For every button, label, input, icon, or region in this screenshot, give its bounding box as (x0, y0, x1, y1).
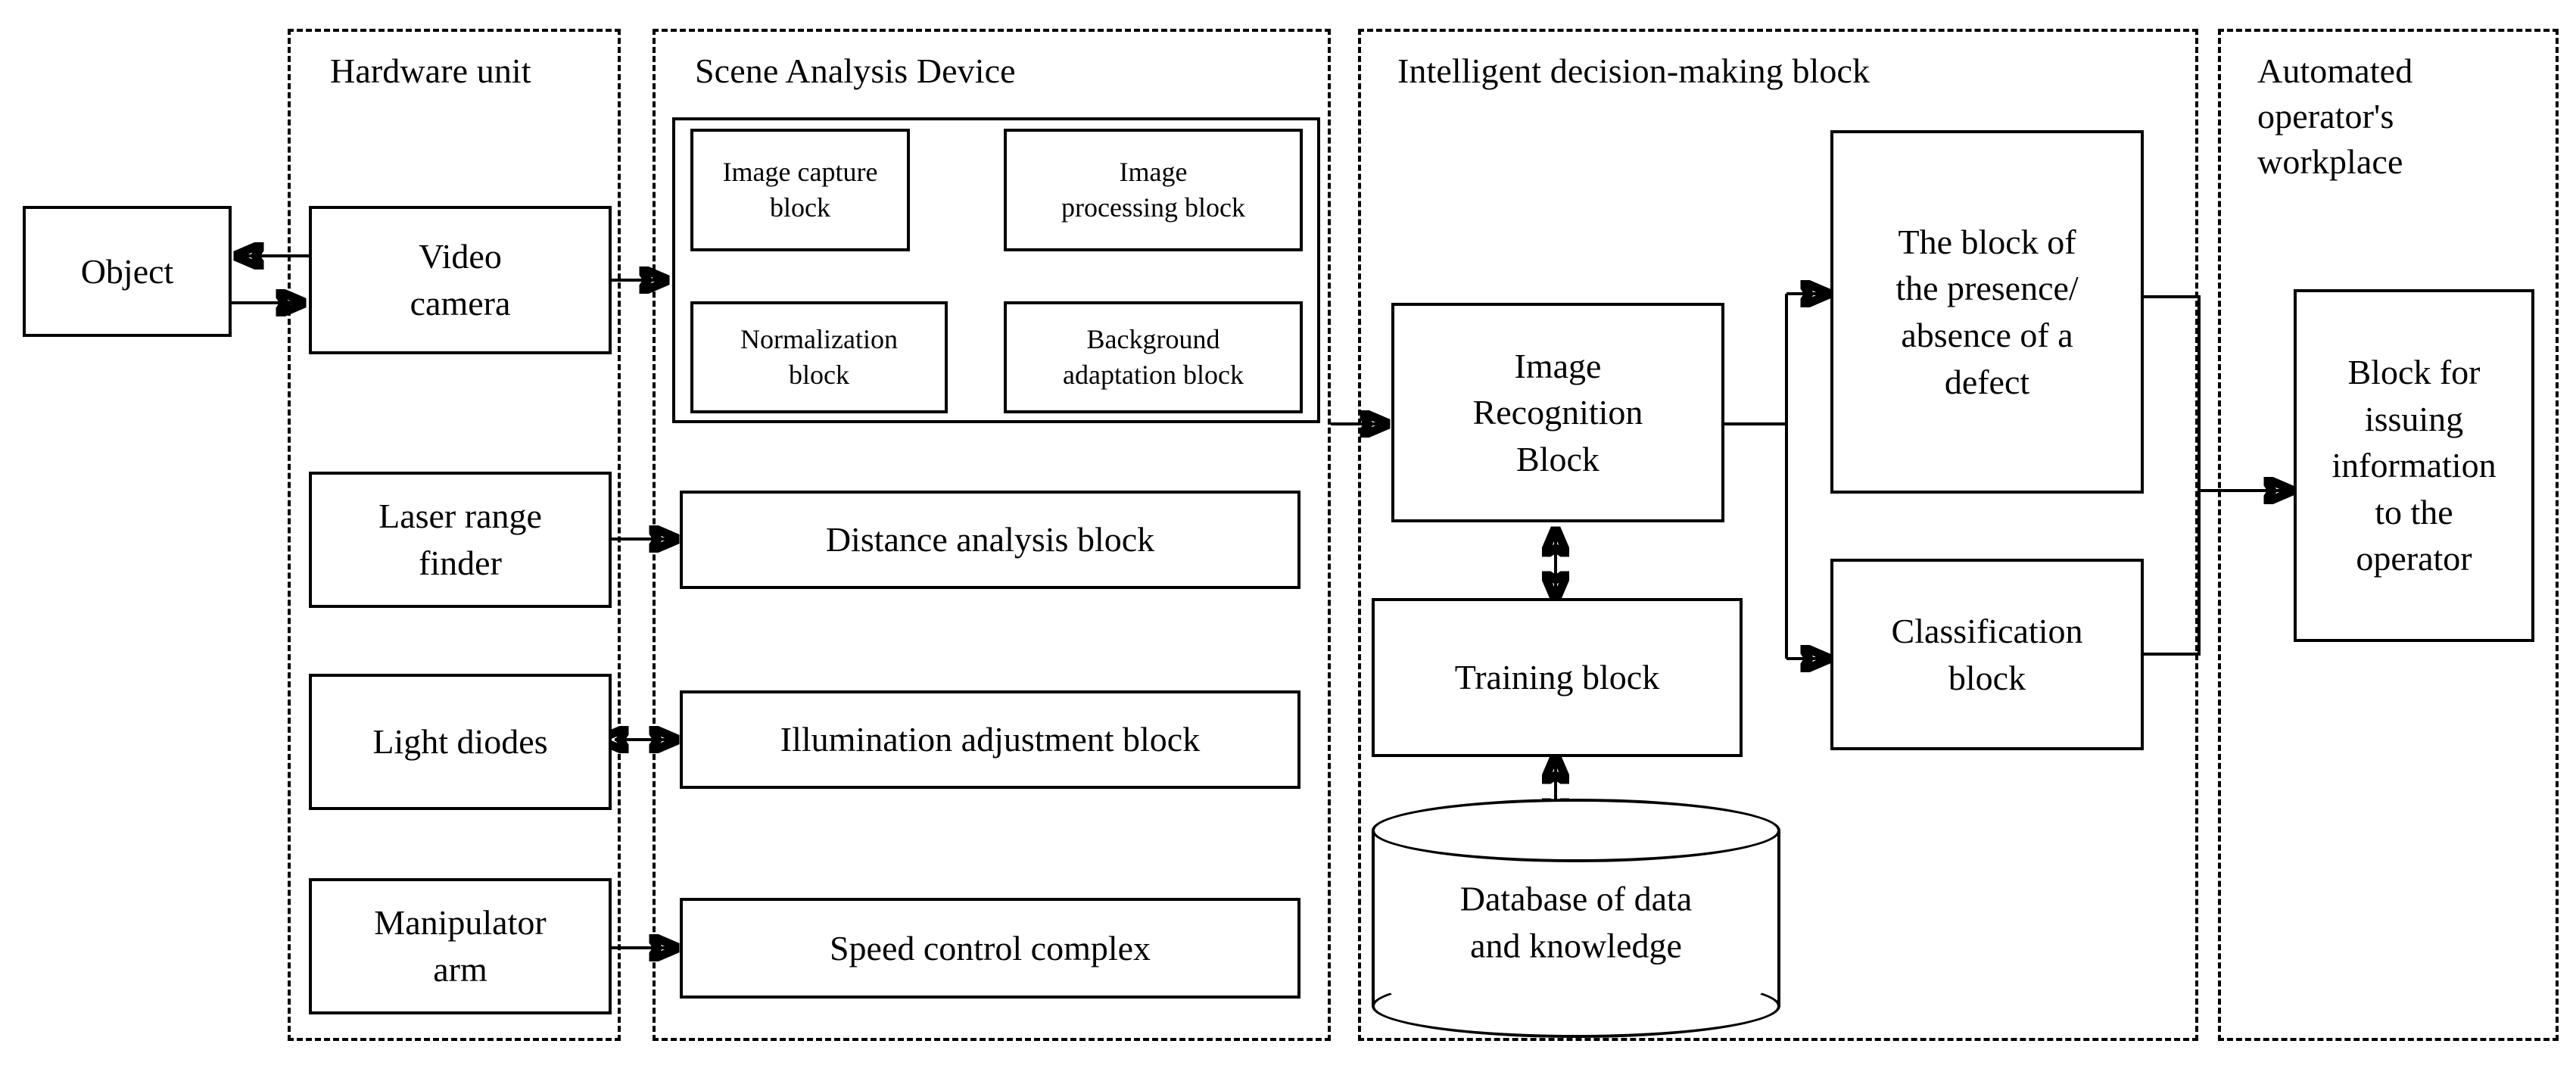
cylinder-bottom-ellipse (1372, 974, 1780, 1038)
node-normalization-block[interactable]: Normalization block (690, 301, 948, 413)
node-illumination-adjustment-block[interactable]: Illumination adjustment block (680, 690, 1300, 789)
node-distance-analysis-block-label: Distance analysis block (825, 520, 1155, 559)
node-block-for-issuing-information[interactable]: Block for issuing information to the ope… (2294, 289, 2534, 642)
node-video-camera[interactable]: Video camera (309, 206, 612, 354)
node-speed-control-complex-label: Speed control complex (829, 928, 1151, 968)
node-video-camera-label: Video camera (410, 237, 511, 322)
node-training-block-label: Training block (1454, 658, 1660, 697)
node-image-recognition-block[interactable]: Image Recognition Block (1391, 303, 1724, 522)
node-light-diodes-label: Light diodes (372, 722, 548, 762)
node-illumination-adjustment-block-label: Illumination adjustment block (780, 720, 1201, 759)
node-image-capture-block[interactable]: Image capture block (690, 129, 910, 251)
node-database-of-data-and-knowledge[interactable]: Database of data and knowledge (1372, 799, 1780, 1038)
node-classification-block[interactable]: Classification block (1830, 559, 2144, 750)
diagram-canvas: Hardware unit Scene Analysis Device Inte… (0, 0, 2576, 1075)
node-training-block[interactable]: Training block (1372, 598, 1743, 757)
node-laser-range-finder-label: Laser range finder (378, 497, 542, 582)
node-manipulator-arm[interactable]: Manipulator arm (309, 878, 612, 1014)
node-object-label: Object (80, 251, 174, 291)
node-image-processing-block-label: Image processing block (1061, 157, 1245, 223)
node-background-adaptation-block[interactable]: Background adaptation block (1004, 301, 1303, 413)
node-manipulator-arm-label: Manipulator arm (374, 903, 547, 989)
panel-title-hardware-unit: Hardware unit (330, 51, 531, 90)
node-background-adaptation-block-label: Background adaptation block (1063, 324, 1244, 390)
node-image-capture-block-label: Image capture block (722, 157, 878, 223)
node-block-for-issuing-information-label: Block for issuing information to the ope… (2331, 352, 2497, 578)
node-presence-absence-defect-block-label: The block of the presence/ absence of a … (1895, 222, 2079, 401)
panel-title-scene-analysis-device: Scene Analysis Device (695, 51, 1016, 90)
node-presence-absence-defect-block[interactable]: The block of the presence/ absence of a … (1830, 130, 2144, 494)
node-classification-block-label: Classification block (1891, 611, 2083, 697)
node-image-recognition-block-label: Image Recognition Block (1472, 346, 1643, 478)
node-laser-range-finder[interactable]: Laser range finder (309, 472, 612, 608)
node-object[interactable]: Object (23, 206, 232, 337)
node-database-label: Database of data and knowledge (1459, 879, 1693, 964)
node-speed-control-complex[interactable]: Speed control complex (680, 898, 1300, 999)
node-distance-analysis-block[interactable]: Distance analysis block (680, 491, 1300, 589)
panel-title-intelligent-decision-making-block: Intelligent decision-making block (1397, 51, 1870, 90)
cylinder-top-ellipse (1372, 799, 1780, 862)
node-image-processing-block[interactable]: Image processing block (1004, 129, 1303, 251)
panel-title-automated-operators-workplace: Automated operator's workplace (2257, 51, 2413, 181)
node-light-diodes[interactable]: Light diodes (309, 674, 612, 810)
node-normalization-block-label: Normalization block (740, 324, 898, 390)
